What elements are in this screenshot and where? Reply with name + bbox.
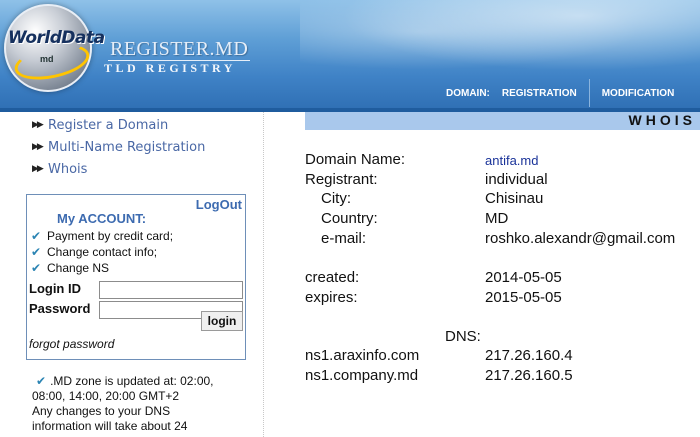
site-header: WorldData md REGISTER.MD TLD REGISTRY DO…: [0, 0, 700, 110]
checkmark-icon: ✔: [31, 229, 42, 243]
domain-name-value[interactable]: antifa.md: [485, 153, 538, 168]
double-arrow-icon: ▶▶: [32, 142, 44, 152]
feature-label: Change NS: [47, 261, 110, 275]
expires-value: 2015-05-05: [485, 289, 562, 306]
feature-label: Change contact info;: [47, 245, 158, 259]
created-value: 2014-05-05: [485, 269, 562, 286]
zone-update-notice: ✔ .MD zone is updated at: 02:00, 08:00, 1…: [32, 374, 257, 434]
checkmark-icon: ✔: [36, 374, 47, 388]
login-id-label: Login ID: [29, 281, 81, 296]
created-label: created:: [305, 269, 360, 286]
nav-registration[interactable]: REGISTRATION: [496, 88, 583, 99]
city-label: City:: [321, 190, 351, 207]
feature-item: ✔ Change NS: [31, 261, 109, 275]
double-arrow-icon: ▶▶: [32, 164, 44, 174]
dns-ip: 217.26.160.5: [485, 367, 573, 384]
my-account-heading[interactable]: My ACCOUNT:: [57, 211, 146, 226]
email-label: e-mail:: [321, 230, 367, 247]
top-nav: DOMAIN: REGISTRATION MODIFICATION: [440, 78, 680, 108]
dns-host: ns1.araxinfo.com: [305, 347, 420, 364]
logout-link[interactable]: LogOut: [196, 197, 242, 212]
domain-name-label: Domain Name:: [305, 151, 406, 168]
country-value: MD: [485, 210, 509, 227]
notice-line: information will take about 24: [32, 419, 188, 433]
login-id-input[interactable]: [99, 281, 243, 299]
sidebar-item-label[interactable]: Whois: [48, 162, 87, 177]
site-title[interactable]: REGISTER.MD: [110, 38, 248, 61]
feature-item: ✔ Payment by credit card;: [31, 229, 173, 243]
city-value: Chisinau: [485, 190, 544, 207]
sidebar-item-register-domain[interactable]: ▶▶ Register a Domain: [32, 114, 205, 136]
dns-label: DNS:: [445, 328, 481, 345]
double-arrow-icon: ▶▶: [32, 120, 44, 130]
password-label: Password: [29, 301, 91, 316]
column-divider: [263, 112, 264, 437]
login-button[interactable]: login: [201, 311, 243, 331]
dns-host: ns1.company.md: [305, 367, 419, 384]
site-subtitle: TLD REGISTRY: [104, 61, 236, 75]
whois-title: WHOIS: [628, 112, 696, 128]
sidebar-menu: ▶▶ Register a Domain ▶▶ Multi-Name Regis…: [32, 114, 205, 180]
country-label: Country:: [321, 210, 378, 227]
feature-item: ✔ Change contact info;: [31, 245, 157, 259]
registrant-label: Registrant:: [305, 171, 378, 188]
checkmark-icon: ✔: [31, 261, 42, 275]
nav-domain-label: DOMAIN:: [446, 87, 490, 99]
sidebar-item-multi-name[interactable]: ▶▶ Multi-Name Registration: [32, 136, 205, 158]
nav-divider: [588, 79, 590, 107]
nav-modification[interactable]: MODIFICATION: [596, 88, 681, 99]
sidebar-item-whois[interactable]: ▶▶ Whois: [32, 158, 205, 180]
feature-label: Payment by credit card;: [47, 229, 174, 243]
email-value: roshko.alexandr@gmail.com: [485, 230, 676, 247]
notice-line: 08:00, 14:00, 20:00 GMT+2: [32, 389, 180, 403]
forgot-password-link[interactable]: forgot password: [29, 337, 114, 351]
header-sky-decoration: [300, 0, 700, 80]
account-panel: LogOut My ACCOUNT: ✔ Payment by credit c…: [26, 194, 246, 360]
notice-line: Any changes to your DNS: [32, 404, 171, 418]
sidebar: ▶▶ Register a Domain ▶▶ Multi-Name Regis…: [0, 112, 262, 437]
logo-text[interactable]: WorldData: [8, 28, 105, 48]
expires-label: expires:: [305, 289, 358, 306]
registrant-value: individual: [485, 171, 548, 188]
dns-ip: 217.26.160.4: [485, 347, 573, 364]
checkmark-icon: ✔: [31, 245, 42, 259]
whois-header-bar: WHOIS: [305, 112, 700, 130]
sidebar-item-label[interactable]: Multi-Name Registration: [48, 140, 205, 155]
logo-sub: md: [40, 54, 54, 64]
sidebar-item-label[interactable]: Register a Domain: [48, 118, 168, 133]
notice-line: .MD zone is updated at: 02:00,: [50, 374, 214, 388]
